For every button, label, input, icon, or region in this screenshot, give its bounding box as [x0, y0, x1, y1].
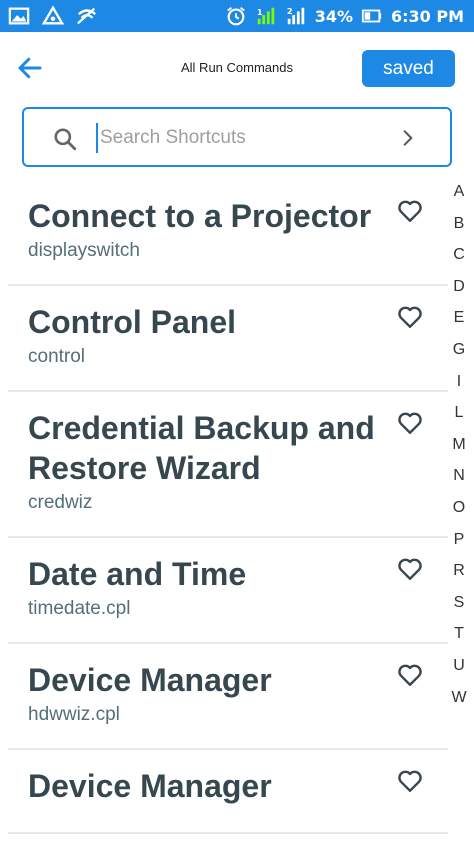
search-box[interactable]	[22, 107, 452, 167]
item-title: Connect to a Projector	[28, 198, 372, 234]
alpha-letter[interactable]: O	[448, 496, 470, 528]
alpha-letter[interactable]: E	[448, 306, 470, 338]
alpha-letter[interactable]: W	[448, 686, 470, 718]
item-command: control	[28, 346, 86, 367]
alpha-letter[interactable]: U	[448, 654, 470, 686]
svg-text:1: 1	[257, 7, 263, 17]
no-signal-icon	[76, 5, 98, 27]
item-command: displayswitch	[28, 240, 140, 261]
header: All Run Commands saved	[0, 32, 474, 102]
chevron-right-icon[interactable]	[398, 128, 418, 148]
battery-icon	[361, 5, 383, 27]
alpha-letter[interactable]: P	[448, 528, 470, 560]
alarm-icon	[225, 5, 247, 27]
alpha-letter[interactable]: L	[448, 401, 470, 433]
alphabet-index: A B C D E G I L M N O P R S T U W	[448, 180, 470, 717]
alpha-letter[interactable]: G	[448, 338, 470, 370]
alpha-letter[interactable]: N	[448, 464, 470, 496]
alpha-letter[interactable]: R	[448, 559, 470, 591]
heart-outline-icon[interactable]	[396, 198, 424, 224]
alpha-letter[interactable]: C	[448, 243, 470, 275]
alpha-letter[interactable]: A	[448, 180, 470, 212]
clock: 6:30 PM	[390, 6, 464, 26]
alpha-letter[interactable]: M	[448, 433, 470, 465]
alpha-letter[interactable]: B	[448, 212, 470, 244]
heart-outline-icon[interactable]	[396, 304, 424, 330]
alpha-letter[interactable]: D	[448, 275, 470, 307]
heart-outline-icon[interactable]	[396, 410, 424, 436]
svg-text:2: 2	[287, 6, 293, 16]
item-title: Date and Time	[28, 556, 247, 592]
triangle-app-icon	[42, 5, 64, 27]
alpha-letter[interactable]: T	[448, 622, 470, 654]
list-item[interactable]: Control Panel control	[8, 286, 448, 392]
gallery-icon	[8, 5, 30, 27]
item-title: Device Manager	[28, 768, 272, 804]
item-command: credwiz	[28, 492, 93, 513]
alpha-letter[interactable]: S	[448, 591, 470, 623]
sim2-signal-icon: 2	[285, 5, 307, 27]
heart-outline-icon[interactable]	[396, 556, 424, 582]
magnifier-icon	[54, 128, 77, 151]
item-title: Control Panel	[28, 304, 237, 340]
list-item[interactable]: Device Manager hdwwiz.cpl	[8, 644, 448, 750]
saved-button[interactable]: saved	[362, 50, 455, 87]
heart-outline-icon[interactable]	[396, 768, 424, 794]
battery-percent: 34%	[314, 6, 353, 26]
list-item[interactable]: Credential Backup and Restore Wizard cre…	[8, 392, 448, 538]
sim1-signal-icon: 1	[255, 5, 277, 27]
alpha-letter[interactable]: I	[448, 370, 470, 402]
status-bar: 1 2 34% 6:30 PM	[0, 0, 474, 32]
list-item[interactable]: Device Manager	[8, 750, 448, 834]
list-item[interactable]: Connect to a Projector displayswitch	[8, 180, 448, 286]
item-command: hdwwiz.cpl	[28, 704, 120, 725]
item-title: Device Manager	[28, 662, 272, 698]
search-input[interactable]	[96, 123, 386, 153]
item-title: Credential Backup and Restore Wizard	[28, 410, 375, 486]
heart-outline-icon[interactable]	[396, 662, 424, 688]
item-command: timedate.cpl	[28, 598, 131, 619]
list-item[interactable]: Date and Time timedate.cpl	[8, 538, 448, 644]
shortcut-list: Connect to a Projector displayswitch Con…	[0, 180, 448, 842]
